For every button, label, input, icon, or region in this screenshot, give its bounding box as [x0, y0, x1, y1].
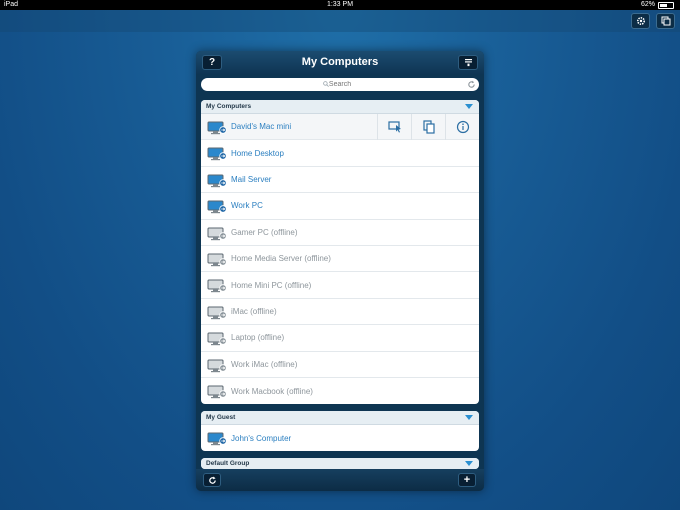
battery-icon	[658, 1, 674, 9]
computer-row[interactable]: iMac (offline)	[201, 299, 479, 326]
computer-icon	[207, 432, 227, 446]
computer-row[interactable]: David's Mac mini	[201, 114, 479, 141]
menu-button[interactable]	[458, 55, 478, 70]
panel-footer: +	[196, 469, 484, 491]
top-toolbar	[0, 10, 680, 32]
computer-list: John's Computer	[201, 425, 479, 451]
computer-row[interactable]: Work PC	[201, 193, 479, 220]
status-bar: iPad 1:33 PM 62%	[0, 0, 680, 10]
copy-windows-icon	[661, 16, 670, 26]
computer-row[interactable]: Home Desktop	[201, 140, 479, 167]
copy-files-icon	[423, 120, 435, 134]
search-refresh-icon[interactable]	[467, 80, 476, 89]
computers-panel: ? My Computers My Computers	[196, 51, 484, 491]
panel-header: ? My Computers	[196, 51, 484, 74]
computer-icon	[207, 147, 227, 161]
refresh-icon	[208, 476, 216, 484]
collapse-caret-icon[interactable]	[465, 461, 473, 466]
computer-row[interactable]: Home Mini PC (offline)	[201, 272, 479, 299]
computer-row[interactable]: Work Macbook (offline)	[201, 378, 479, 404]
computer-icon	[207, 253, 227, 267]
computer-name: iMac (offline)	[231, 306, 277, 316]
collapse-caret-icon[interactable]	[465, 415, 473, 420]
search-icon	[323, 81, 329, 87]
computer-name: Mail Server	[231, 174, 272, 184]
group-my-computers: My Computers David's Mac mini Home Deskt…	[201, 100, 479, 405]
remote-control-button[interactable]	[377, 114, 412, 140]
computer-name: John's Computer	[231, 433, 292, 443]
computer-name: Home Mini PC (offline)	[231, 280, 312, 290]
computer-icon	[207, 200, 227, 214]
group-header[interactable]: Default Group	[201, 458, 479, 469]
computer-row[interactable]: Mail Server	[201, 167, 479, 194]
group-header[interactable]: My Guest	[201, 411, 479, 425]
computer-row[interactable]: Laptop (offline)	[201, 325, 479, 352]
file-transfer-button[interactable]	[411, 114, 446, 140]
panel-title: My Computers	[301, 56, 379, 68]
collapse-caret-icon[interactable]	[465, 104, 473, 109]
sessions-button[interactable]	[656, 13, 675, 29]
computer-name: Work PC	[231, 201, 263, 211]
battery-percent: 62%	[640, 1, 655, 8]
computer-icon	[207, 385, 227, 399]
info-button[interactable]	[445, 114, 479, 140]
computer-list: David's Mac mini Home Desktop Mail Serve…	[201, 114, 479, 404]
computer-row[interactable]: John's Computer	[201, 425, 479, 451]
computer-name: Home Desktop	[231, 148, 284, 158]
computer-icon	[207, 121, 227, 135]
computer-name: Home Media Server (offline)	[231, 254, 331, 264]
info-icon	[456, 120, 470, 134]
computer-name: Gamer PC (offline)	[231, 227, 298, 237]
computer-name: David's Mac mini	[231, 122, 292, 132]
computer-icon	[207, 306, 227, 319]
clock: 1:33 PM	[326, 1, 354, 8]
computer-row[interactable]: Work iMac (offline)	[201, 352, 479, 378]
computer-icon	[207, 359, 227, 372]
add-computer-button[interactable]: +	[458, 473, 476, 487]
settings-button[interactable]	[631, 13, 650, 29]
computer-name: Laptop (offline)	[231, 333, 285, 343]
group-title: My Guest	[206, 414, 236, 421]
computer-name: Work iMac (offline)	[231, 359, 298, 369]
computer-icon	[207, 174, 227, 187]
computer-row[interactable]: Gamer PC (offline)	[201, 220, 479, 246]
group-title: My Computers	[206, 103, 252, 110]
search-input[interactable]	[201, 78, 479, 91]
computer-icon	[207, 227, 227, 240]
menu-icon	[464, 59, 472, 67]
group-my-guest: My Guest John's Computer	[201, 411, 479, 452]
group-header[interactable]: My Computers	[201, 100, 479, 114]
refresh-button[interactable]	[203, 473, 221, 487]
computer-row[interactable]: Home Media Server (offline)	[201, 246, 479, 273]
group-title: Default Group	[206, 460, 250, 467]
computer-name: Work Macbook (offline)	[231, 386, 313, 396]
computer-icon	[207, 332, 227, 346]
gear-icon	[636, 16, 645, 26]
group-default: Default Group	[201, 458, 479, 469]
cursor-screen-icon	[388, 121, 401, 133]
computer-icon	[207, 279, 227, 293]
